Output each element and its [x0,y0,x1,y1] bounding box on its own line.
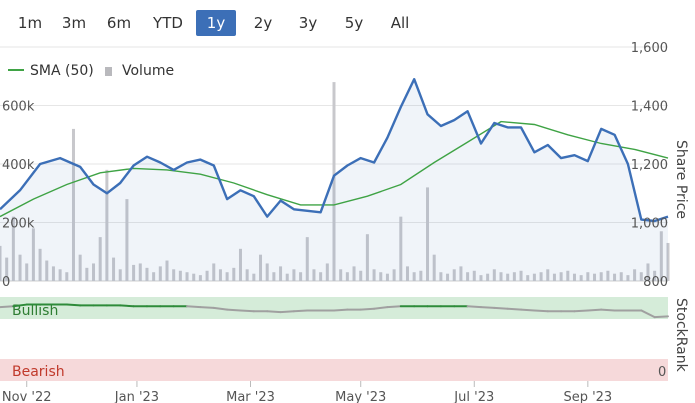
stockrank-segment [279,310,295,314]
stockrank-segment [239,309,255,313]
price-tick-label: 1,200 [631,158,668,173]
legend[interactable]: SMA (50) Volume [8,63,174,79]
stockrank-segment [653,315,669,319]
volume-legend-label[interactable]: Volume [122,63,174,79]
stockrank-segment [600,308,616,312]
stockrank-segment [466,305,482,309]
stockrank-segment [479,306,496,309]
stockrank-segment [186,305,202,309]
price-tick-label: 1,400 [631,100,668,115]
stockrank-segment [292,309,309,313]
x-tick-label: Nov '22 [2,390,52,403]
stockrank-segment [533,309,549,313]
x-tick-label: Jan '23 [114,390,159,403]
sma-legend-label[interactable]: SMA (50) [30,63,94,79]
x-tick-label: Jul '23 [453,390,494,403]
stockrank-segment [199,306,215,309]
x-axis-ticks: Nov '22 Jan '23 Mar '23 May '23 Jul '23 Sep '… [2,381,612,403]
stockrank-segment [359,307,376,311]
bearish-zone [0,359,668,381]
stockrank-segment [266,310,282,314]
x-tick-label: Mar '23 [226,390,275,403]
volume-legend-swatch [105,67,112,76]
bullish-zone [0,297,668,319]
stockrank-segment [226,308,242,312]
volume-tick-label: 400k [2,158,35,173]
x-tick-label: Sep '23 [563,390,612,403]
stockrank-segment [65,303,82,307]
stockrank-axis-title: StockRank [673,298,689,373]
stockrank-panel: Bullish Bearish 0 [0,297,669,381]
volume-tick-label: 200k [2,217,35,232]
stock-chart: 800 1,000 1,200 1,400 1,600 0 200k 400k 600k SM… [0,41,689,403]
stockrank-segment [586,308,603,312]
stockrank-segment [573,309,589,313]
stockrank-segment [520,308,536,312]
stockrank-segment [506,307,523,311]
stockrank-segment [333,308,349,312]
rank-zero-label: 0 [658,365,666,380]
volume-tick-label: 0 [2,275,10,290]
price-tick-label: 1,600 [631,41,668,56]
stockrank-segment [493,306,509,310]
stockrank-segment [119,304,135,308]
price-tick-label: 1,000 [631,217,668,232]
price-tick-label: 800 [643,275,668,290]
volume-tick-label: 600k [2,100,35,115]
bearish-label: Bearish [12,364,65,380]
stockrank-segment [386,305,402,309]
price-axis-title: Share Price [673,140,689,219]
x-tick-label: May '23 [335,390,386,403]
stockrank-segment [0,305,15,309]
